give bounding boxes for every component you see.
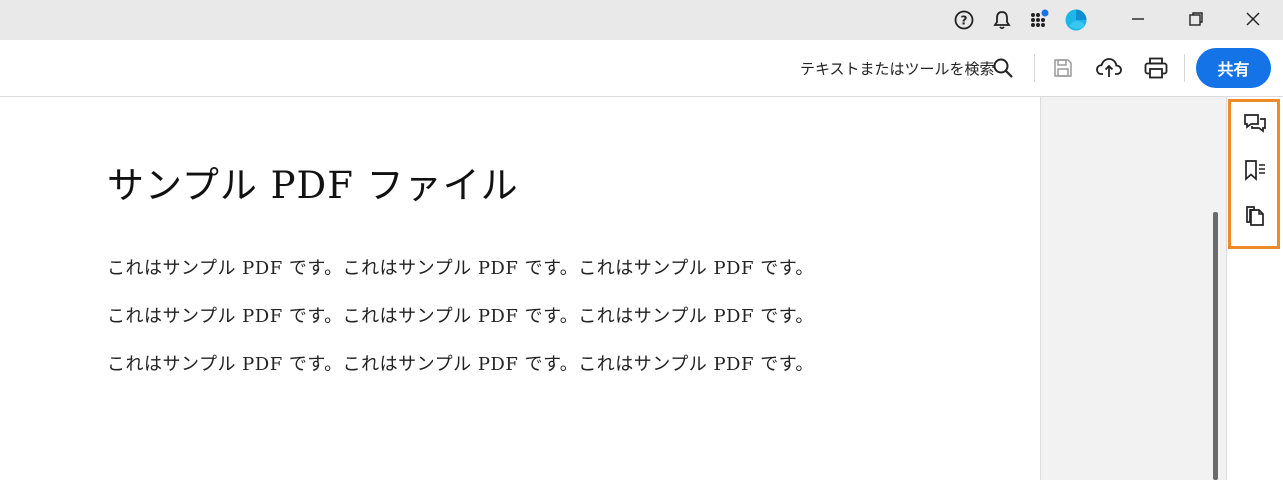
right-side-panel <box>1228 99 1280 249</box>
comments-button[interactable] <box>1242 111 1268 137</box>
search-icon <box>993 58 1013 78</box>
comments-icon <box>1244 114 1266 133</box>
bookmarks-button[interactable] <box>1242 157 1268 183</box>
document-viewer[interactable]: サンプル PDF ファイル これはサンプル PDF です。これはサンプル PDF… <box>0 97 1040 480</box>
share-button[interactable]: 共有 <box>1196 48 1271 88</box>
vertical-scrollbar[interactable] <box>1213 212 1218 480</box>
pages-button[interactable] <box>1242 203 1268 229</box>
search-tools-label[interactable]: テキストまたはツールを検索 <box>800 58 995 79</box>
restore-button[interactable] <box>1168 0 1224 38</box>
pages-icon <box>1246 206 1264 226</box>
print-icon <box>1144 57 1168 79</box>
print-button[interactable] <box>1139 51 1173 85</box>
document-paragraph-line: これはサンプル PDF です。これはサンプル PDF です。これはサンプル PD… <box>107 306 814 327</box>
bookmarks-icon <box>1245 160 1265 181</box>
bell-icon[interactable] <box>990 8 1014 32</box>
minimize-button[interactable] <box>1110 0 1166 38</box>
document-paragraph-line: これはサンプル PDF です。これはサンプル PDF です。これはサンプル PD… <box>107 354 814 375</box>
document-paragraph-line: これはサンプル PDF です。これはサンプル PDF です。これはサンプル PD… <box>107 258 814 279</box>
toolbar-divider <box>1034 54 1035 82</box>
minimize-icon <box>1132 18 1144 20</box>
help-icon[interactable]: ? <box>952 8 976 32</box>
upload-button[interactable] <box>1092 51 1126 85</box>
toolbar-divider <box>1184 54 1185 82</box>
save-icon <box>1054 59 1072 77</box>
upload-cloud-icon <box>1096 58 1122 77</box>
account-avatar-icon[interactable] <box>1064 8 1088 32</box>
search-button[interactable] <box>986 51 1020 85</box>
document-margin-pane <box>1040 97 1227 480</box>
save-button[interactable] <box>1046 51 1080 85</box>
document-title: サンプル PDF ファイル <box>107 164 519 207</box>
restore-icon <box>1189 12 1203 26</box>
close-icon <box>1246 12 1260 26</box>
main-toolbar: テキストまたはツールを検索 共有 <box>0 40 1283 97</box>
svg-text:?: ? <box>961 14 968 28</box>
title-bar: ? <box>0 0 1283 40</box>
apps-grid-icon[interactable] <box>1028 8 1052 32</box>
close-window-button[interactable] <box>1225 0 1281 38</box>
